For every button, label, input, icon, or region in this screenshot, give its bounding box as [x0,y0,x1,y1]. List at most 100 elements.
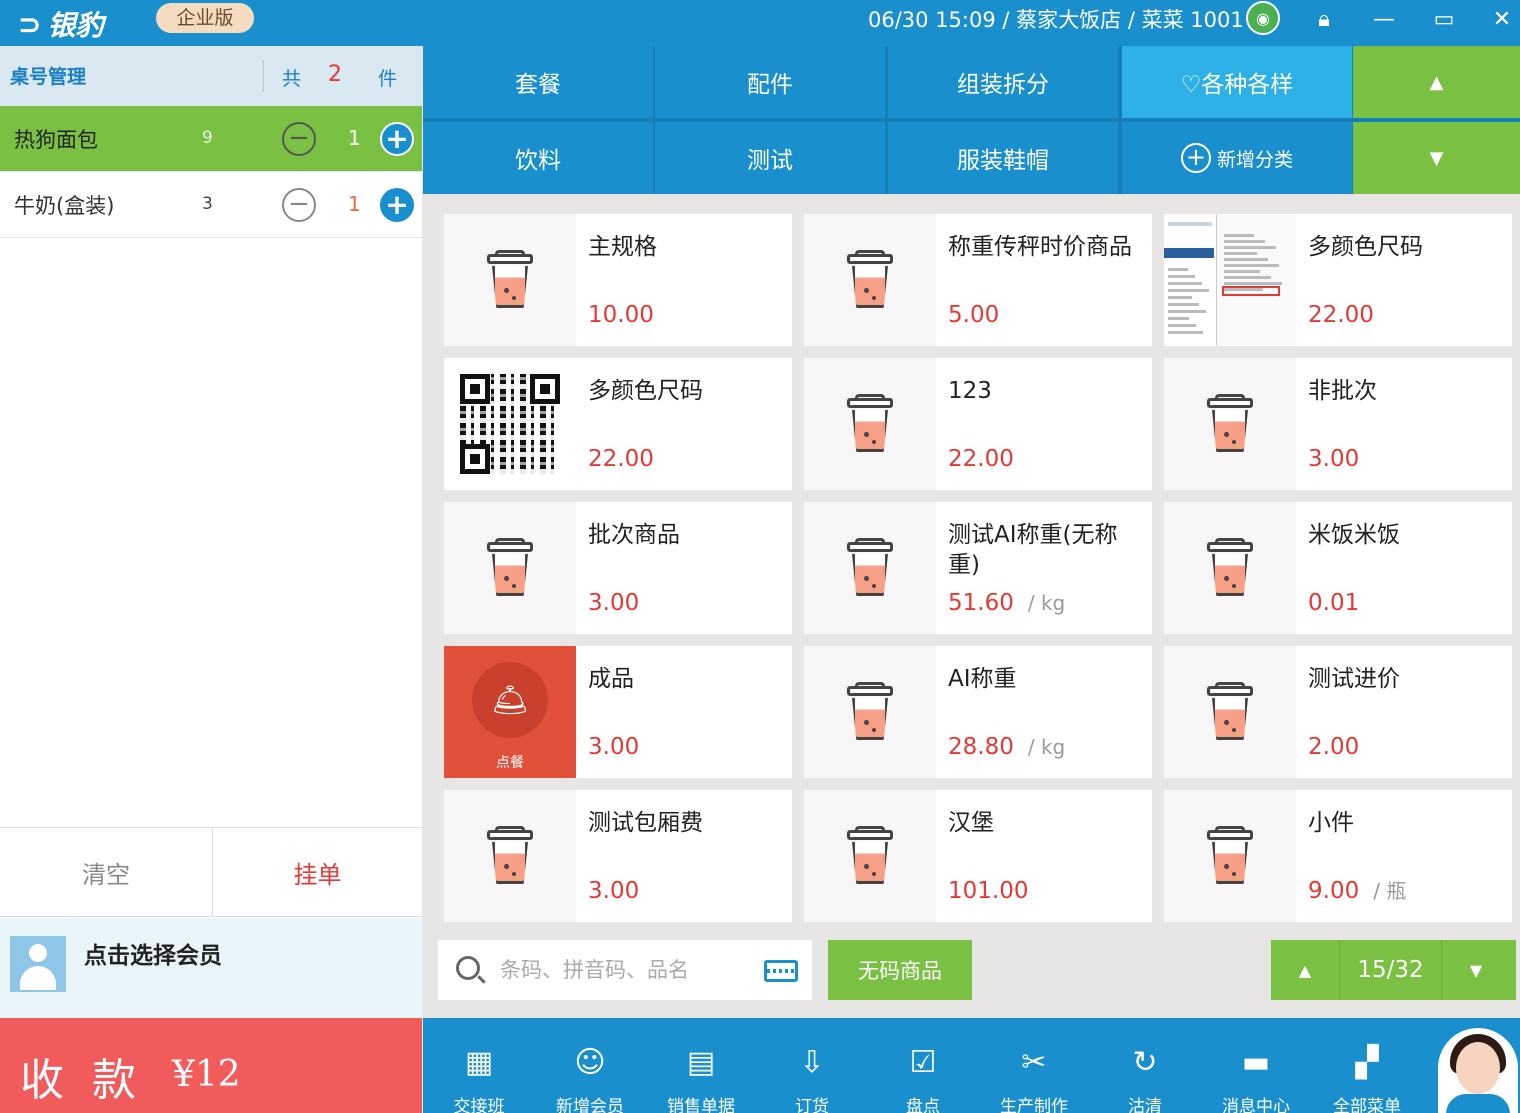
checkout-amount: ¥12 [172,1054,241,1095]
product-price-row: 3.00 [588,734,639,760]
toolbar-label: 盘点 [906,1097,940,1113]
product-card[interactable]: 批次商品 3.00 [444,502,792,634]
product-price-row: 22.00 [588,446,654,472]
keyboard-icon[interactable] [764,960,798,982]
wifi-icon[interactable]: ◉ [1246,1,1280,35]
category-tab-selected[interactable]: ♡各种各样 [1122,46,1352,118]
toolbar-label: 沽清 [1128,1097,1162,1113]
category-tab[interactable]: 套餐 [423,46,653,118]
total-suffix: 件 [378,68,398,90]
product-price: 22.00 [1308,302,1374,328]
sold-out-icon: ↻ [1132,1045,1158,1080]
logo-icon: ⊃ [18,7,42,41]
product-price: 10.00 [588,302,654,328]
product-price: 28.80 [948,734,1014,760]
toolbar-button[interactable]: ▤ 销售单据 [646,1018,756,1113]
add-category-button[interactable]: + 新增分类 [1122,122,1352,194]
page-down-button[interactable]: ▼ [1442,940,1510,1000]
table-management-button[interactable]: 桌号管理 [10,62,86,89]
minimize-icon[interactable]: — [1364,2,1404,36]
category-tab[interactable]: 饮料 [423,122,653,194]
order-actions: 清空 挂单 [0,827,422,917]
member-avatar-icon [10,936,66,992]
product-card[interactable]: 多颜色尺码 22.00 [1164,214,1512,346]
toolbar-button[interactable]: ☑ 盘点 [868,1018,978,1113]
minus-icon[interactable]: − [282,188,316,222]
order-item-row[interactable]: 牛奶(盒装) 3 − 1 + [0,172,422,238]
order-item-qty: 1 [348,192,361,216]
product-card[interactable]: 123 22.00 [804,358,1152,490]
drink-cup-icon [444,790,576,922]
product-card[interactable]: 非批次 3.00 [1164,358,1512,490]
toolbar-button[interactable]: ▦ 交接班 [424,1018,534,1113]
hold-order-button[interactable]: 挂单 [213,828,422,916]
order-goods-icon: ⇩ [799,1045,825,1080]
product-name: 测试进价 [1308,666,1400,692]
category-bar: 套餐 配件 组装拆分 ♡各种各样 饮料 测试 服装鞋帽 + 新增分类 ▲ ▼ [423,46,1520,194]
assistant-avatar[interactable] [1438,1028,1518,1113]
order-item-name: 热狗面包 [14,128,98,152]
total-prefix: 共 [282,68,302,90]
clear-button[interactable]: 清空 [0,828,213,916]
toolbar-button[interactable]: ↻ 沽清 [1090,1018,1200,1113]
toolbar-button[interactable]: ⇩ 订货 [757,1018,867,1113]
drink-cup-icon [804,646,936,778]
toolbar-button[interactable]: ☺ 新增会员 [535,1018,645,1113]
plus-icon[interactable]: + [380,188,414,222]
toolbar-button[interactable]: ▞ 全部菜单 [1312,1018,1422,1113]
product-name: 称重传秤时价商品 [948,234,1132,260]
order-item-stock: 9 [202,128,213,148]
checkout-button[interactable]: 收款 ¥12 [0,1018,422,1113]
category-down-button[interactable]: ▼ [1353,122,1520,194]
close-icon[interactable]: ✕ [1482,2,1520,36]
order-item-qty: 1 [348,126,361,150]
product-price-row: 2.00 [1308,734,1359,760]
add-category-label: 新增分类 [1216,148,1293,171]
product-name: 批次商品 [588,522,680,548]
product-image [1164,214,1296,346]
sales-record-icon: ▤ [686,1045,716,1080]
member-select-label: 点击选择会员 [84,943,222,969]
minus-icon[interactable]: − [282,122,316,156]
product-price-row: 3.00 [588,878,639,904]
product-card[interactable]: 测试AI称重(无称重) 51.60 / kg [804,502,1152,634]
product-card[interactable]: 称重传秤时价商品 5.00 [804,214,1152,346]
product-card[interactable]: 汉堡 101.00 [804,790,1152,922]
category-tab[interactable]: 配件 [655,46,885,118]
maximize-icon[interactable]: ▭ [1424,2,1464,36]
product-card[interactable]: 测试包厢费 3.00 [444,790,792,922]
product-card[interactable]: 🛎︎ 点餐 成品 3.00 [444,646,792,778]
product-price-row: 28.80 / kg [948,734,1065,760]
no-barcode-item-button[interactable]: 无码商品 [828,940,972,1000]
order-panel: 桌号管理 共 2 件 热狗面包 9 − 1 + 牛奶(盒装) 3 − 1 + 清… [0,46,422,1113]
order-item-name: 牛奶(盒装) [14,194,115,218]
product-card[interactable]: 多颜色尺码 22.00 [444,358,792,490]
page-up-button[interactable]: ▲ [1271,940,1339,1000]
plus-icon[interactable]: + [380,122,414,156]
lock-icon[interactable]: 🔒︎ [1304,2,1344,36]
category-up-button[interactable]: ▲ [1353,46,1520,118]
category-tab[interactable]: 服装鞋帽 [888,122,1118,194]
search-input[interactable] [500,952,750,988]
toolbar-button[interactable]: ✂ 生产制作 [979,1018,1089,1113]
product-card[interactable]: 主规格 10.00 [444,214,792,346]
toolbar-label: 全部菜单 [1333,1097,1401,1113]
category-tab[interactable]: 测试 [655,122,885,194]
status-info: 06/30 15:09 / 蔡家大饭店 / 菜菜 1001 [868,8,1244,32]
product-price: 101.00 [948,878,1029,904]
product-price: 22.00 [948,446,1014,472]
category-tab[interactable]: 组装拆分 [888,46,1118,118]
drink-cup-icon [804,502,936,634]
product-card[interactable]: 测试进价 2.00 [1164,646,1512,778]
product-card[interactable]: 米饭米饭 0.01 [1164,502,1512,634]
all-menu-icon: ▞ [1355,1045,1379,1080]
product-card[interactable]: AI称重 28.80 / kg [804,646,1152,778]
bottom-toolbar: ▦ 交接班 ☺ 新增会员 ▤ 销售单据 ⇩ 订货 ☑ 盘点 ✂ 生产制作 ↻ 沽清 ▬ 消息中心 ▞ 全部菜单 [423,1018,1520,1113]
toolbar-button[interactable]: ▬ 消息中心 [1201,1018,1311,1113]
order-item-row[interactable]: 热狗面包 9 − 1 + [0,106,422,172]
member-select[interactable]: 点击选择会员 [0,918,422,1018]
product-price: 3.00 [588,590,640,616]
product-name: 多颜色尺码 [1308,234,1423,260]
product-card[interactable]: 小件 9.00 / 瓶 [1164,790,1512,922]
checkout-label: 收款 [20,1055,164,1106]
